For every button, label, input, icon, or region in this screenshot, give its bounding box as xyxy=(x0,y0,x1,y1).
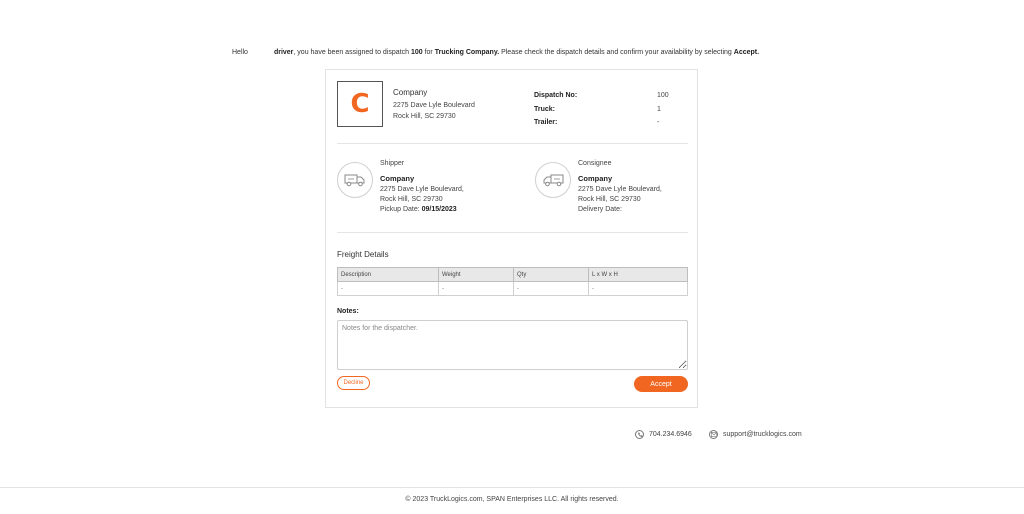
company-address-line1: 2275 Dave Lyle Boulevard xyxy=(393,102,475,109)
email-address[interactable]: support@trucklogics.com xyxy=(723,431,802,438)
truck-value: 1 xyxy=(657,105,661,113)
freight-details-title: Freight Details xyxy=(337,250,389,259)
trailer-value: - xyxy=(657,119,660,127)
company-logo: C xyxy=(337,81,383,127)
section-divider xyxy=(337,143,688,144)
contact-phone: 704.234.6946 xyxy=(635,430,692,439)
notes-textarea[interactable] xyxy=(337,320,688,370)
freight-cell-description: - xyxy=(337,281,439,296)
consignee-info: Consignee Company 2275 Dave Lyle Bouleva… xyxy=(578,159,662,215)
freight-col-dimensions: L x W x H xyxy=(588,267,688,282)
dispatch-no-label: Dispatch No: xyxy=(534,92,578,100)
greeting-hello: Hello xyxy=(232,49,248,56)
consignee-truck-icon xyxy=(535,162,571,198)
company-info: Company 2275 Dave Lyle Boulevard Rock Hi… xyxy=(393,87,475,122)
accept-button[interactable]: Accept xyxy=(634,376,688,392)
truck-label: Truck: xyxy=(534,105,556,113)
shipper-name: Company xyxy=(380,174,415,183)
freight-cell-dimensions: - xyxy=(588,281,688,296)
company-address-line2: Rock Hill, SC 29730 xyxy=(393,113,456,120)
freight-col-description: Description xyxy=(337,267,439,282)
truck-icon xyxy=(344,174,365,187)
phone-icon xyxy=(635,430,644,439)
pickup-date: Pickup Date: 09/15/2023 xyxy=(380,205,464,215)
greeting-driver: driver xyxy=(273,49,294,56)
contact-email: support@trucklogics.com xyxy=(709,430,802,439)
shipper-address-line1: 2275 Dave Lyle Boulevard, xyxy=(380,186,464,193)
greeting-message: Hello driver, you have been assigned to d… xyxy=(232,49,760,56)
phone-number[interactable]: 704.234.6946 xyxy=(649,431,692,438)
delivery-date: Delivery Date: xyxy=(578,205,662,215)
dispatch-card: C Company 2275 Dave Lyle Boulevard Rock … xyxy=(325,69,698,408)
consignee-title: Consignee xyxy=(578,160,612,167)
consignee-address-line1: 2275 Dave Lyle Boulevard, xyxy=(578,186,662,193)
pickup-date-value: 09/15/2023 xyxy=(421,206,457,213)
mail-icon xyxy=(709,430,718,439)
consignee-address-line2: Rock Hill, SC 29730 xyxy=(578,196,641,203)
freight-col-weight: Weight xyxy=(438,267,514,282)
notes-label: Notes: xyxy=(337,308,359,315)
truck-row: Truck: 1 xyxy=(534,103,684,117)
freight-header-row: Description Weight Qty L x W x H xyxy=(337,267,688,282)
trailer-row: Trailer: - xyxy=(534,116,684,130)
delivery-date-label: Delivery Date: xyxy=(578,206,622,213)
freight-cell-qty: - xyxy=(513,281,589,296)
footer-divider xyxy=(0,487,1024,488)
dispatch-summary: Dispatch No: 100 Truck: 1 Trailer: - xyxy=(534,89,684,130)
shipper-address-line2: Rock Hill, SC 29730 xyxy=(380,196,443,203)
shipper-info: Shipper Company 2275 Dave Lyle Boulevard… xyxy=(380,159,464,215)
greeting-company: Trucking Company. xyxy=(434,49,500,56)
footer-copyright: © 2023 TruckLogics.com, SPAN Enterprises… xyxy=(405,496,619,503)
shipper-truck-icon xyxy=(337,162,373,198)
truck-icon xyxy=(543,174,564,187)
company-logo-letter: C xyxy=(350,89,370,119)
freight-col-qty: Qty xyxy=(513,267,589,282)
pickup-date-label: Pickup Date: xyxy=(380,206,422,213)
greeting-accept: Accept. xyxy=(733,49,760,56)
freight-cell-weight: - xyxy=(438,281,514,296)
consignee-name: Company xyxy=(578,174,613,183)
trailer-label: Trailer: xyxy=(534,119,558,127)
shipper-title: Shipper xyxy=(380,160,405,167)
decline-button[interactable]: Decline xyxy=(337,376,370,390)
company-name: Company xyxy=(393,88,428,97)
table-row: - - - - xyxy=(337,281,688,296)
greeting-dispatch-no: 100 xyxy=(410,49,423,56)
dispatch-no-value: 100 xyxy=(657,92,669,100)
freight-table: Description Weight Qty L x W x H - - - - xyxy=(337,267,688,296)
dispatch-no-row: Dispatch No: 100 xyxy=(534,89,684,103)
section-divider xyxy=(337,232,688,233)
